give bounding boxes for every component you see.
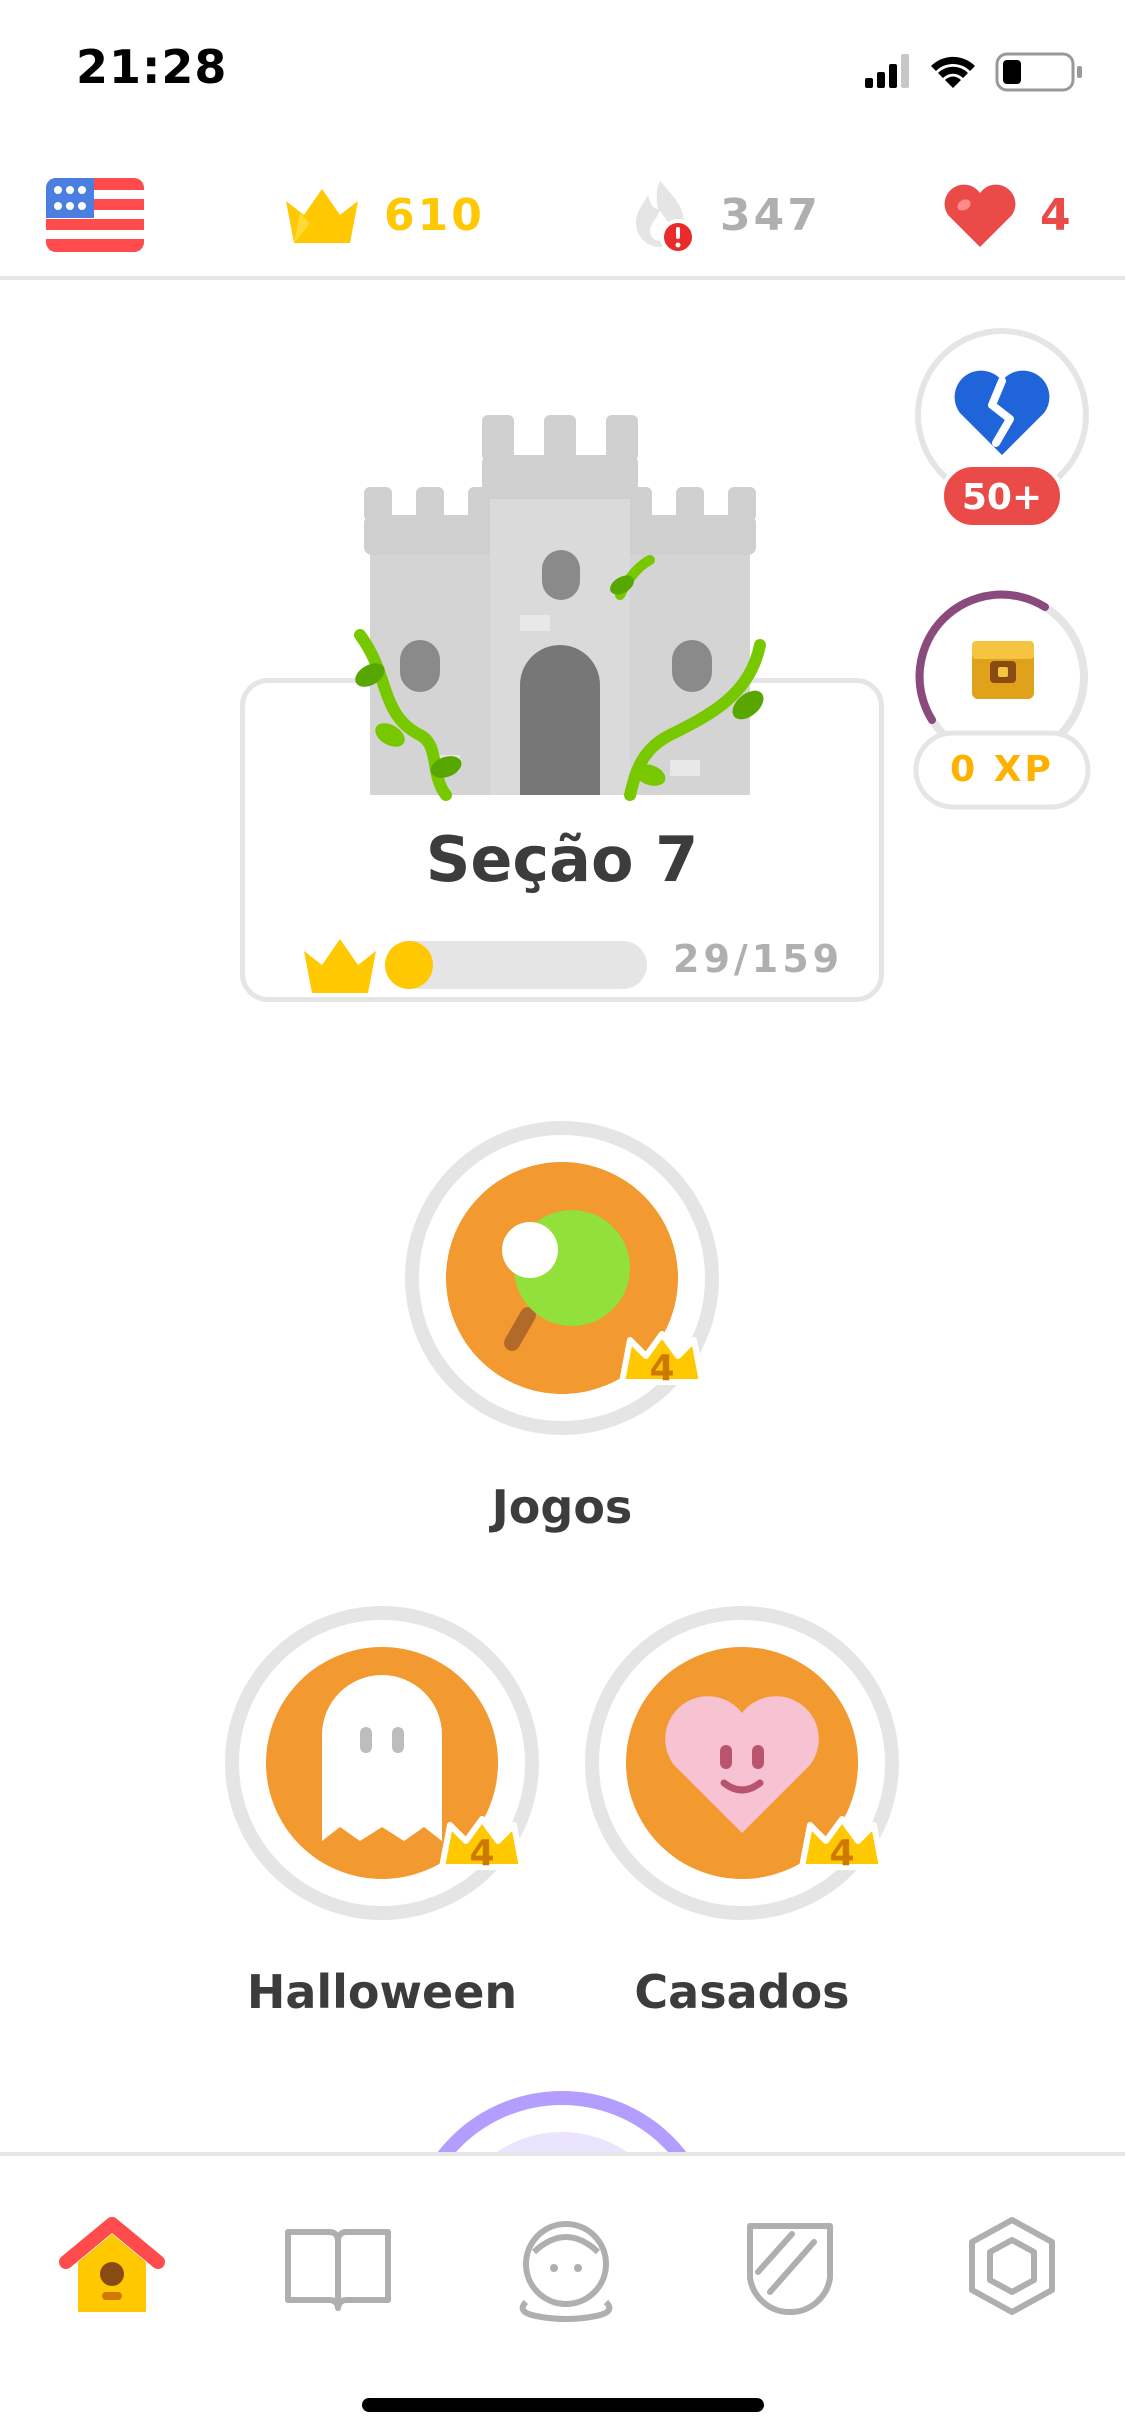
course-flag-button[interactable] — [46, 170, 144, 260]
signal-icon — [865, 54, 909, 88]
skill-jogos-label[interactable]: Jogos — [362, 1480, 762, 1534]
repair-count-badge: 50+ — [961, 477, 1043, 518]
section-progress-text: 29/159 — [673, 937, 844, 981]
status-bar: 21:28 — [0, 0, 1125, 140]
section-progress-bar — [385, 941, 647, 989]
crown-icon — [286, 189, 358, 243]
battery-icon — [995, 52, 1082, 92]
streak-flame-icon — [636, 181, 696, 255]
daily-goal-chest-button[interactable]: 0 XP — [910, 585, 1094, 815]
skill-casados-label[interactable]: Casados — [542, 1965, 942, 2019]
heart-icon — [944, 184, 1016, 247]
wifi-icon — [931, 56, 975, 88]
tab-home[interactable] — [52, 2212, 172, 2322]
skill-halloween-level: 4 — [469, 1833, 495, 1874]
streak-count: 347 — [720, 189, 821, 241]
us-flag-icon — [46, 178, 144, 252]
tab-profile[interactable] — [506, 2212, 626, 2322]
crowns-counter[interactable]: 610 — [280, 170, 485, 260]
home-icon — [59, 2217, 165, 2312]
crowns-count: 610 — [384, 189, 485, 241]
skill-halloween-label[interactable]: Halloween — [182, 1965, 582, 2019]
treasure-chest-icon — [972, 641, 1034, 699]
section-title: Seção 7 — [425, 823, 699, 896]
section-crown-icon — [304, 939, 376, 993]
status-time: 21:28 — [76, 40, 228, 94]
book-icon — [285, 2229, 391, 2311]
shield-icon — [747, 2223, 833, 2316]
gem-icon — [969, 2217, 1055, 2315]
status-icons — [865, 52, 1082, 92]
learning-path: Seção 7 29/159 50+ 0 XP 4 Jogos 4 Hallow… — [0, 285, 1125, 2155]
skill-casados[interactable]: 4 — [584, 1605, 900, 1921]
section-progress-fill — [385, 941, 433, 989]
castle-icon — [354, 415, 766, 801]
home-indicator — [362, 2398, 764, 2412]
skill-casados-level: 4 — [829, 1833, 855, 1874]
course-stats-bar: 610 347 4 — [0, 150, 1125, 280]
tab-stories[interactable] — [278, 2212, 398, 2322]
ghost-icon — [322, 1675, 442, 1841]
skill-jogos-level: 4 — [649, 1348, 675, 1389]
broken-heart-repair-button[interactable]: 50+ — [912, 325, 1092, 545]
hearts-count: 4 — [1040, 189, 1074, 241]
next-skill-peek[interactable] — [404, 2090, 720, 2155]
tab-shop[interactable] — [952, 2212, 1072, 2322]
bottom-tab-bar — [0, 2152, 1125, 2436]
hearts-counter[interactable]: 4 — [940, 170, 1074, 260]
xp-label: 0 XP — [950, 749, 1054, 790]
profile-avatar-icon — [519, 2221, 613, 2322]
streak-counter[interactable]: 347 — [620, 170, 821, 260]
tab-leagues[interactable] — [730, 2212, 850, 2322]
skill-jogos[interactable]: 4 — [404, 1120, 720, 1436]
skill-halloween[interactable]: 4 — [224, 1605, 540, 1921]
